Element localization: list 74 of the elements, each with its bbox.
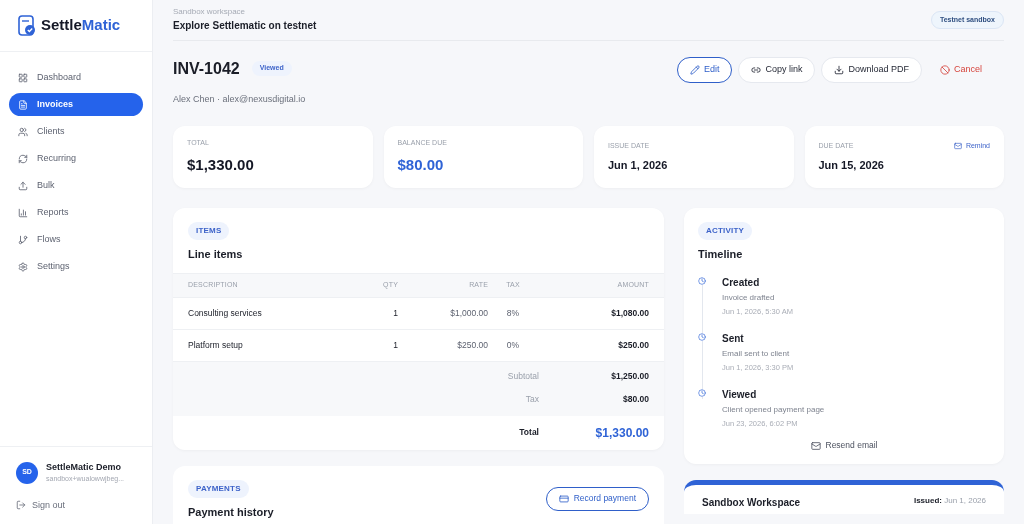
mail-icon — [953, 141, 962, 150]
sidebar-item[interactable]: Invoices — [9, 93, 143, 116]
action-button[interactable]: Download PDF — [821, 56, 922, 83]
bar-chart-icon — [18, 207, 28, 218]
event-title: Viewed — [722, 388, 758, 402]
cancel-icon — [940, 64, 950, 75]
mail-icon — [810, 440, 821, 451]
subtotal-value: $1,250.00 — [610, 370, 649, 383]
section-tag: PAYMENTS — [188, 479, 249, 498]
stat-value: Jun 1, 2026 — [608, 158, 669, 173]
section-tag: ITEMS — [188, 222, 230, 240]
tax-value: $80.00 — [622, 393, 649, 406]
preview-title: Sandbox Workspace — [702, 496, 801, 510]
subtotal-label: Subtotal — [506, 370, 539, 383]
resend-email-link[interactable]: Resend email — [810, 439, 878, 452]
total-label: Total — [518, 426, 539, 439]
table-cell-text: $1,000.00 — [449, 306, 488, 320]
logo-icon — [18, 14, 37, 37]
stat-value: $1,330.00 — [187, 155, 255, 175]
users-icon — [18, 126, 28, 137]
card-icon — [558, 493, 569, 504]
table-cell-text: $250.00 — [617, 338, 649, 352]
pencil-icon — [689, 64, 700, 75]
table-cell-text: $1,080.00 — [610, 306, 649, 320]
table-cell-text: $250.00 — [456, 338, 488, 352]
event-detail: Client opened payment page — [722, 404, 825, 416]
stat-value: Jun 15, 2026 — [818, 158, 885, 173]
cancel-button[interactable]: Cancel — [928, 56, 994, 83]
table-cell-text: 1 — [392, 306, 398, 320]
refresh-icon — [18, 153, 28, 164]
total-value: $1,330.00 — [594, 424, 649, 442]
brand-name: SettleMatic — [41, 15, 121, 36]
upload-icon — [18, 180, 28, 191]
event-title: Sent — [722, 331, 745, 346]
sidebar-item[interactable]: Bulk — [9, 174, 143, 197]
settings-icon — [18, 261, 28, 272]
grid-icon — [18, 72, 28, 83]
table-cell-text: 0% — [505, 338, 521, 352]
sign-out-link[interactable]: Sign out — [16, 498, 66, 512]
sidebar-item[interactable]: Dashboard — [9, 66, 143, 89]
stat-value: $80.00 — [397, 155, 445, 175]
action-button[interactable]: Edit — [676, 56, 733, 83]
event-detail: Email sent to client — [722, 347, 791, 360]
download-icon — [834, 64, 845, 75]
table-cell-text: Consulting services — [188, 306, 263, 320]
workspace-title: Explore Settlematic on testnet — [173, 19, 317, 34]
table-cell-text: 8% — [505, 306, 521, 320]
sidebar-item[interactable]: Settings — [9, 255, 143, 278]
workspace-eyebrow: Sandbox workspace — [173, 6, 247, 19]
action-button[interactable]: Copy link — [738, 56, 816, 83]
sidebar-item[interactable]: Reports — [9, 201, 143, 224]
clock-icon — [698, 332, 706, 341]
document-icon — [18, 99, 28, 110]
event-title: Created — [722, 275, 761, 290]
card-title: Timeline — [698, 247, 744, 262]
table-cell-text: 1 — [392, 338, 398, 352]
card-title: Line items — [188, 247, 244, 262]
sidebar-item[interactable]: Flows — [9, 228, 143, 251]
sidebar-item[interactable]: Clients — [9, 120, 143, 143]
tax-label: Tax — [524, 393, 539, 406]
link-icon — [751, 64, 762, 75]
invoice-number: INV-1042 — [173, 58, 240, 79]
event-detail: Invoice drafted — [722, 291, 776, 304]
issued-date: Issued: Jun 1, 2026 — [913, 495, 986, 507]
section-tag: ACTIVITY — [698, 222, 753, 240]
sidebar-item[interactable]: Recurring — [9, 147, 143, 170]
branch-icon — [18, 234, 28, 245]
client-info: Alex Chen · alex@nexusdigital.io — [173, 92, 306, 106]
clock-icon — [698, 389, 706, 397]
card-title: Payment history — [188, 504, 274, 520]
table-cell-text: Platform setup — [188, 338, 244, 352]
user-name: SettleMatic Demo — [46, 460, 123, 474]
sign-out-icon — [16, 500, 26, 511]
clock-icon — [698, 276, 706, 285]
